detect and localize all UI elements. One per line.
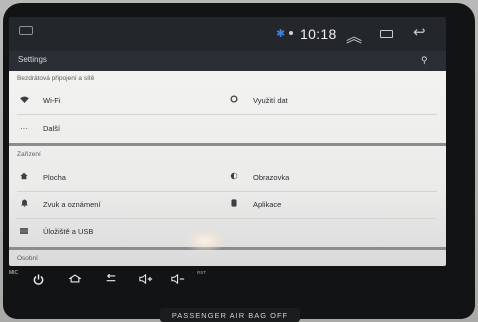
settings-item-data-usage[interactable]: Využití dat	[227, 87, 288, 113]
settings-item-wifi[interactable]: Wi-Fi	[17, 87, 61, 113]
chevron-up-icon[interactable]: ︽	[346, 23, 362, 47]
volume-down-icon[interactable]	[171, 273, 185, 287]
settings-row: Plocha Obrazovka	[9, 164, 446, 190]
bell-icon	[17, 199, 31, 209]
settings-item-label: Úložiště a USB	[43, 226, 94, 236]
settings-row: Wi-Fi Využití dat	[9, 87, 446, 113]
display-icon	[227, 172, 241, 182]
settings-item-storage[interactable]: Úložiště a USB	[17, 218, 93, 244]
airbag-indicator: PASSENGER AIR BAG OFF	[160, 308, 300, 322]
app-bar: Settings ⚲	[9, 51, 446, 71]
hardware-button-strip: MIC RST	[9, 270, 446, 294]
window-icon	[19, 26, 33, 35]
rst-label: RST	[197, 270, 206, 275]
status-bar: ✱ 10:18 ︽ ↩	[9, 17, 446, 51]
settings-row: Zvuk a oznámení Aplikace	[9, 191, 446, 217]
back-icon[interactable]: ↩	[413, 23, 426, 41]
wifi-icon	[17, 95, 31, 105]
settings-item-label: Další	[43, 123, 61, 133]
settings-item-label: Aplikace	[253, 199, 282, 209]
settings-item-label: Plocha	[43, 172, 66, 182]
settings-row: ··· Další	[9, 115, 446, 141]
home-icon[interactable]	[68, 274, 82, 286]
page-title: Settings	[18, 55, 47, 64]
settings-item-more[interactable]: ··· Další	[17, 115, 60, 141]
settings-item-sound[interactable]: Zvuk a oznámení	[17, 191, 101, 217]
settings-item-label: Využití dat	[253, 95, 288, 105]
recent-apps-icon[interactable]	[380, 30, 393, 38]
home-icon	[17, 172, 31, 182]
section-divider	[9, 143, 446, 146]
data-usage-icon	[227, 95, 241, 105]
section-header-personal: Osobní	[17, 255, 38, 262]
back-icon[interactable]	[105, 273, 117, 286]
section-header-wireless: Bezdrátová připojení a sítě	[17, 75, 95, 82]
settings-list: Bezdrátová připojení a sítě Wi-Fi Využit…	[9, 71, 446, 266]
settings-row: Úložiště a USB	[9, 218, 446, 244]
more-icon: ···	[20, 123, 28, 133]
search-icon[interactable]: ⚲	[421, 55, 428, 66]
bluetooth-icon: ✱	[276, 28, 286, 40]
volume-up-icon[interactable]	[139, 273, 153, 287]
apps-icon	[227, 199, 241, 209]
settings-item-home[interactable]: Plocha	[17, 164, 66, 190]
settings-item-label: Zvuk a oznámení	[43, 199, 101, 209]
status-time: 10:18	[300, 26, 337, 42]
storage-icon	[17, 227, 31, 236]
signal-dot-icon	[289, 31, 293, 35]
power-icon[interactable]	[33, 274, 44, 288]
light-glare	[185, 230, 225, 252]
mic-label: MIC	[9, 270, 19, 276]
settings-item-apps[interactable]: Aplikace	[227, 191, 281, 217]
display-screen: ✱ 10:18 ︽ ↩ Settings ⚲ Bezdrátová připoj…	[9, 17, 446, 266]
section-divider	[9, 247, 446, 250]
section-header-device: Zařízení	[17, 151, 41, 158]
settings-item-display[interactable]: Obrazovka	[227, 164, 289, 190]
settings-item-label: Obrazovka	[253, 172, 290, 182]
settings-item-label: Wi-Fi	[43, 95, 61, 105]
